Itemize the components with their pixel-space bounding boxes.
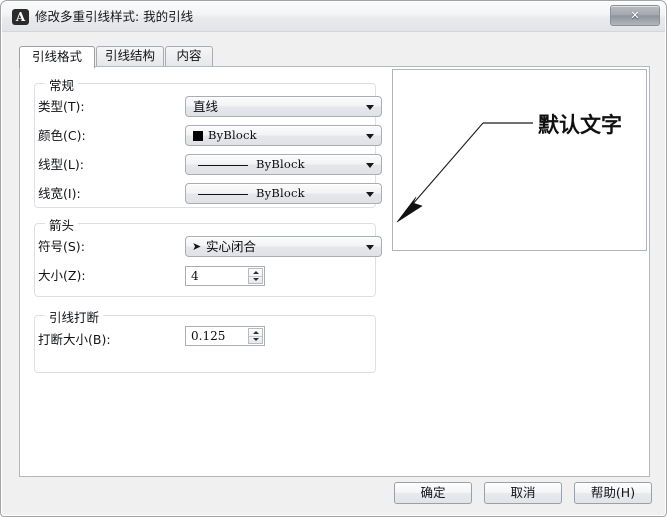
group-arrowhead-title: 箭头 bbox=[45, 215, 79, 234]
combo-linetype-value: ByBlock bbox=[256, 157, 305, 171]
spinner-break-size[interactable]: 0.125 bbox=[185, 326, 265, 346]
combo-type-value: 直线 bbox=[193, 99, 219, 114]
chevron-down-icon bbox=[366, 192, 374, 197]
spin-separator bbox=[249, 336, 262, 337]
label-break-size: 打断大小(B): bbox=[38, 332, 111, 347]
label-arrow-symbol: 符号(S): bbox=[38, 239, 85, 254]
title-bar[interactable]: A 修改多重引线样式: 我的引线 ✕ bbox=[2, 2, 665, 32]
spinner-arrow-size-value: 4 bbox=[191, 269, 199, 283]
combo-lineweight-value: ByBlock bbox=[256, 186, 305, 200]
preview-text: 默认文字 bbox=[538, 113, 622, 137]
leader-slant-segment bbox=[404, 122, 484, 214]
cancel-button[interactable]: 取消 bbox=[484, 482, 562, 504]
dialog-title: 修改多重引线样式: 我的引线 bbox=[35, 9, 194, 24]
spin-separator bbox=[249, 276, 262, 277]
tab-leader-format[interactable]: 引线格式 bbox=[19, 46, 95, 68]
combo-linetype[interactable]: ByBlock bbox=[185, 154, 382, 175]
chevron-down-icon bbox=[366, 245, 374, 250]
chevron-down-icon bbox=[366, 134, 374, 139]
spinner-arrow-size[interactable]: 4 bbox=[185, 266, 265, 286]
leader-preview-pane: 默认文字 bbox=[392, 69, 647, 251]
spinner-break-size-buttons[interactable] bbox=[248, 328, 263, 344]
close-icon[interactable]: ✕ bbox=[610, 5, 660, 26]
tab-panel-leader-format: 常规 类型(T): 直线 颜色(C): ByBlock 线型(L): ByBlo… bbox=[19, 66, 650, 477]
leader-arrowhead-icon bbox=[396, 196, 423, 223]
help-button[interactable]: 帮助(H) bbox=[574, 482, 652, 504]
label-color: 颜色(C): bbox=[38, 128, 86, 143]
ok-button[interactable]: 确定 bbox=[394, 482, 472, 504]
tab-leader-structure[interactable]: 引线结构 bbox=[96, 46, 164, 66]
spin-up-icon[interactable] bbox=[253, 331, 259, 334]
arrowhead-glyph-icon: ➤ bbox=[192, 240, 202, 253]
spin-down-icon[interactable] bbox=[253, 278, 259, 281]
label-lineweight: 线宽(I): bbox=[38, 186, 81, 201]
dialog-window: A 修改多重引线样式: 我的引线 ✕ 引线格式 引线结构 内容 常规 类型(T)… bbox=[0, 0, 667, 517]
label-linetype: 线型(L): bbox=[38, 157, 84, 172]
chevron-down-icon bbox=[366, 105, 374, 110]
combo-color-value: ByBlock bbox=[208, 128, 257, 142]
combo-color[interactable]: ByBlock bbox=[185, 125, 382, 146]
color-swatch bbox=[193, 131, 203, 141]
lineweight-sample-icon bbox=[198, 194, 248, 195]
spin-down-icon[interactable] bbox=[253, 338, 259, 341]
group-leader-break-title: 引线打断 bbox=[45, 307, 104, 326]
label-arrow-size: 大小(Z): bbox=[38, 268, 86, 283]
combo-arrow-symbol-value: 实心闭合 bbox=[206, 239, 257, 254]
spinner-arrow-size-buttons[interactable] bbox=[248, 268, 263, 284]
autocad-logo-icon: A bbox=[12, 9, 29, 25]
combo-type[interactable]: 直线 bbox=[185, 96, 382, 117]
linetype-sample-icon bbox=[198, 165, 248, 166]
leader-preview-drawing: 默认文字 bbox=[396, 113, 622, 223]
label-type: 类型(T): bbox=[38, 99, 85, 114]
spin-up-icon[interactable] bbox=[253, 271, 259, 274]
tab-content[interactable]: 内容 bbox=[165, 46, 213, 66]
chevron-down-icon bbox=[366, 163, 374, 168]
combo-lineweight[interactable]: ByBlock bbox=[185, 183, 382, 204]
spinner-break-size-value: 0.125 bbox=[191, 329, 226, 343]
group-general-title: 常规 bbox=[45, 75, 79, 94]
combo-arrow-symbol[interactable]: ➤ 实心闭合 bbox=[185, 236, 382, 257]
